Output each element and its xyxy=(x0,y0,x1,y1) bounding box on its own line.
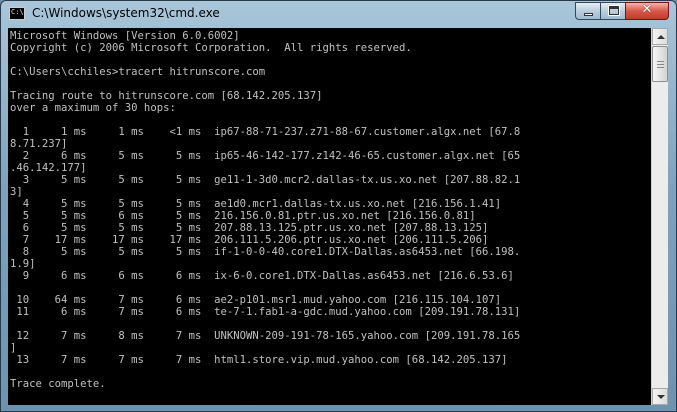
grip-line xyxy=(657,67,664,68)
console-text: Microsoft Windows [Version 6.0.6002] Cop… xyxy=(10,30,521,390)
grip-line xyxy=(657,64,664,65)
console-output-area[interactable]: Microsoft Windows [Version 6.0.6002] Cop… xyxy=(8,28,651,405)
arrow-down-icon xyxy=(657,395,665,399)
grip-line xyxy=(657,61,664,62)
scroll-up-button[interactable] xyxy=(652,28,668,45)
cmd-icon[interactable]: C:\ xyxy=(9,7,25,20)
scrollbar-thumb[interactable] xyxy=(652,46,668,82)
cmd-window: C:\ C:\Windows\system32\cmd.exe ✕ Micros… xyxy=(0,0,677,412)
close-button[interactable]: ✕ xyxy=(625,2,669,20)
scroll-down-button[interactable] xyxy=(652,388,668,405)
vertical-scrollbar[interactable] xyxy=(651,28,668,405)
arrow-up-icon xyxy=(657,35,665,39)
maximize-button[interactable] xyxy=(600,2,626,20)
title-bar[interactable]: C:\ C:\Windows\system32\cmd.exe ✕ xyxy=(1,1,676,27)
minimize-button[interactable] xyxy=(575,2,601,20)
close-icon: ✕ xyxy=(641,2,653,17)
minimize-icon xyxy=(584,13,593,16)
cmd-icon-text: C:\ xyxy=(11,8,24,16)
maximize-icon xyxy=(608,5,620,16)
window-title: C:\Windows\system32\cmd.exe xyxy=(32,6,220,20)
